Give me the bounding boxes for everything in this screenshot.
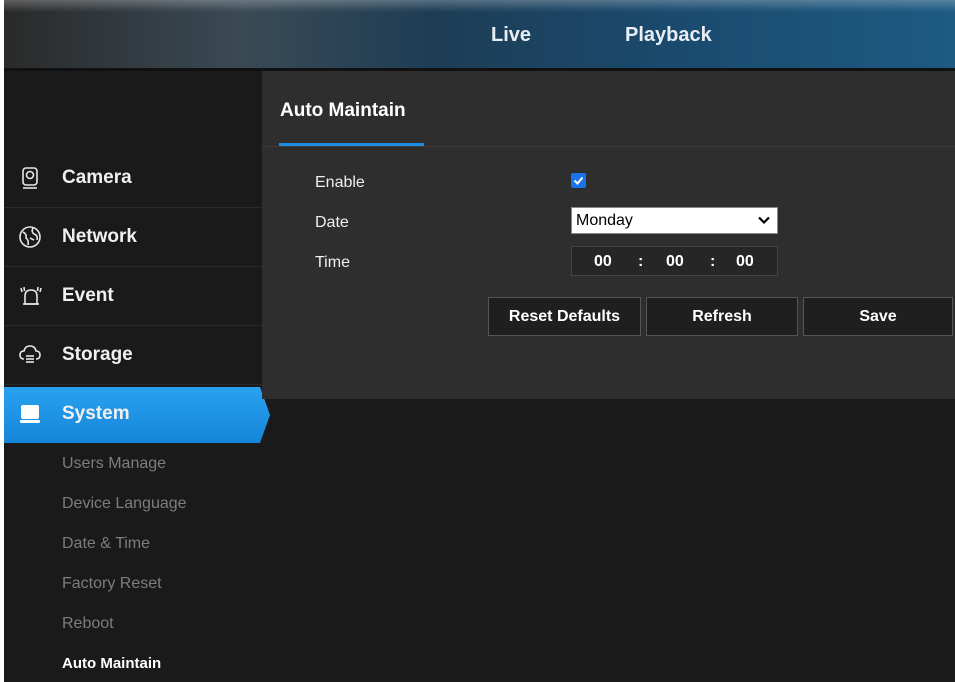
time-separator: :	[638, 253, 644, 270]
globe-icon	[18, 225, 42, 249]
subnav-date-time[interactable]: Date & Time	[62, 535, 150, 553]
sidebar-item-label: Network	[62, 226, 137, 247]
time-label: Time	[315, 254, 350, 271]
cloud-storage-icon	[18, 343, 42, 367]
subnav-reboot[interactable]: Reboot	[62, 615, 114, 633]
time-input[interactable]: 00 : 00 : 00	[571, 246, 778, 276]
sidebar-item-label: Storage	[62, 344, 133, 365]
sidebar: Camera Network Event Storage System User…	[4, 71, 270, 682]
date-select-value: Monday	[576, 212, 633, 229]
chevron-down-icon	[758, 216, 770, 225]
date-label: Date	[315, 214, 349, 231]
camera-icon	[18, 166, 42, 190]
sidebar-item-label: Camera	[62, 167, 132, 188]
subnav-factory-reset[interactable]: Factory Reset	[62, 575, 162, 593]
checkmark-icon	[573, 176, 584, 185]
subnav-auto-maintain[interactable]: Auto Maintain	[62, 655, 161, 672]
sidebar-item-label: System	[62, 403, 130, 424]
enable-checkbox[interactable]	[571, 173, 586, 188]
sidebar-item-event[interactable]: Event	[4, 267, 262, 326]
time-second-field[interactable]: 00	[736, 253, 754, 271]
title-underline	[279, 143, 424, 146]
alarm-bell-icon	[18, 284, 42, 308]
enable-label: Enable	[315, 174, 365, 191]
sidebar-item-camera[interactable]: Camera	[4, 149, 262, 208]
settings-panel: Auto Maintain Enable Date Monday Time 00…	[262, 71, 955, 399]
active-item-highlight	[4, 387, 270, 443]
save-button[interactable]: Save	[803, 297, 953, 336]
monitor-icon	[18, 402, 42, 426]
tab-playback[interactable]: Playback	[625, 24, 712, 47]
subnav-users-manage[interactable]: Users Manage	[62, 455, 166, 473]
subnav-device-language[interactable]: Device Language	[62, 495, 187, 513]
time-separator: :	[710, 253, 716, 270]
page-title: Auto Maintain	[280, 100, 406, 121]
reset-defaults-button[interactable]: Reset Defaults	[488, 297, 641, 336]
panel-header: Auto Maintain	[262, 71, 955, 147]
top-bar: Live Playback	[4, 0, 955, 70]
sidebar-item-storage[interactable]: Storage	[4, 326, 262, 385]
refresh-button[interactable]: Refresh	[646, 297, 798, 336]
time-minute-field[interactable]: 00	[666, 253, 684, 271]
tab-live[interactable]: Live	[491, 24, 531, 47]
sidebar-item-network[interactable]: Network	[4, 208, 262, 267]
date-select[interactable]: Monday	[571, 207, 778, 234]
time-hour-field[interactable]: 00	[594, 253, 612, 271]
sidebar-item-system[interactable]: System	[4, 387, 270, 443]
sidebar-item-label: Event	[62, 285, 114, 306]
app-window: Live Playback Camera Network Event Stora…	[4, 0, 955, 682]
